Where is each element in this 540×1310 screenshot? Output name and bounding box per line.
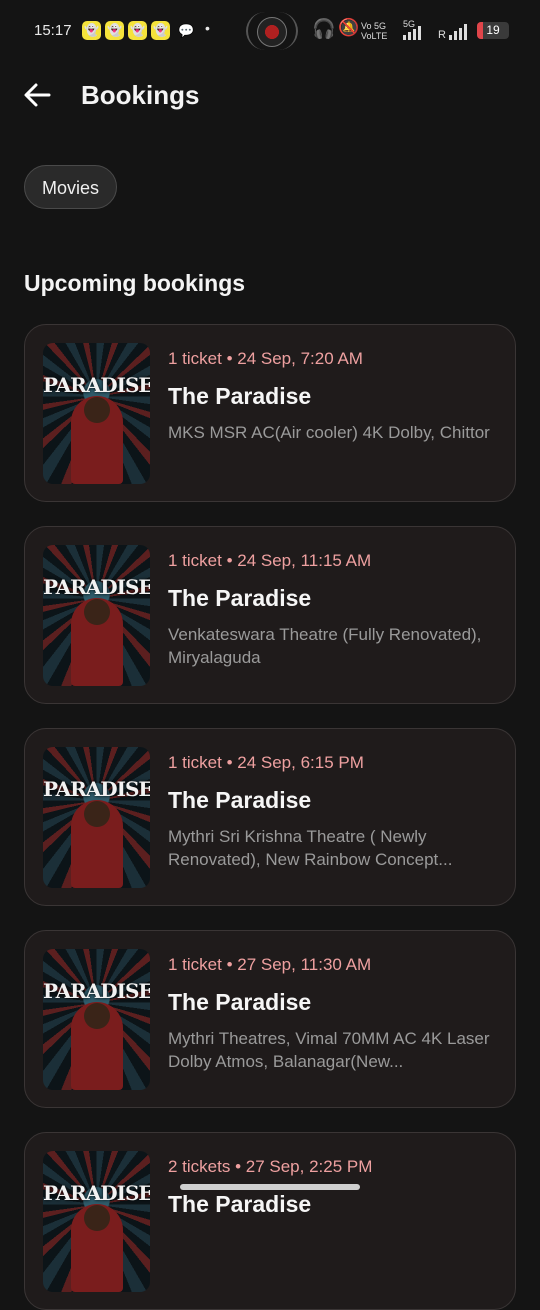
movie-poster: PARADISE [43,949,150,1090]
roaming-label: R [438,29,446,41]
poster-title: PARADISE [43,373,150,397]
movie-title: The Paradise [168,989,312,1015]
venue-name: Mythri Theatres, Vimal 70MM AC 4K Laser … [168,1029,490,1071]
booking-card[interactable]: PARADISE 2 tickets • 27 Sep, 2:25 PM The… [24,1132,516,1310]
booking-card[interactable]: PARADISE 1 ticket • 24 Sep, 6:15 PM The … [24,728,516,906]
venue-name: MKS MSR AC(Air cooler) 4K Dolby, Chittor [168,423,490,442]
page-title: Bookings [81,80,200,110]
movie-poster: PARADISE [43,343,150,484]
status-bar: 15:17 👻 👻 👻 👻 💬 • 🎧 🔕 Vo 5G VoLTE 5G R 1… [0,0,540,62]
poster-face [84,1003,110,1029]
avatar [257,17,287,47]
home-indicator[interactable] [180,1184,360,1190]
movie-title: The Paradise [168,383,312,409]
booking-meta: 1 ticket • 24 Sep, 11:15 AM [168,551,372,570]
booking-meta: 1 ticket • 24 Sep, 7:20 AM [168,349,363,368]
movie-poster: PARADISE [43,545,150,686]
booking-card[interactable]: PARADISE 1 ticket • 24 Sep, 7:20 AM The … [24,324,516,502]
app-header: Bookings [0,70,540,126]
poster-title: PARADISE [43,1181,150,1205]
battery-level: 19 [486,23,500,37]
battery-icon: 19 [477,22,509,39]
more-notifications-dot: • [205,20,210,36]
poster-title: PARADISE [43,575,150,599]
booking-meta: 1 ticket • 27 Sep, 11:30 AM [168,955,372,974]
poster-face [84,397,110,423]
poster-face [84,801,110,827]
snapchat-icon: 👻 [105,21,124,40]
volte-indicator: Vo 5G VoLTE [361,21,388,41]
signal-icon [403,26,421,40]
signal-icon [449,24,467,40]
snapchat-icon: 👻 [128,21,147,40]
venue-name: Mythri Sri Krishna Theatre ( Newly Renov… [168,827,453,869]
poster-title: PARADISE [43,979,150,1003]
status-time: 15:17 [34,22,72,39]
poster-face [84,599,110,625]
mute-icon: 🔕 [338,18,360,37]
headphones-icon: 🎧 [312,19,336,40]
snapchat-icon: 👻 [151,21,170,40]
movie-title: The Paradise [168,1191,312,1217]
booking-meta: 2 tickets • 27 Sep, 2:25 PM [168,1157,373,1176]
snapchat-icon: 👻 [82,21,101,40]
filter-chip-movies[interactable]: Movies [24,165,118,209]
movie-poster: PARADISE [43,1151,150,1292]
booking-card[interactable]: PARADISE 1 ticket • 27 Sep, 11:30 AM The… [24,930,516,1108]
message-icon: 💬 [178,23,195,38]
movie-title: The Paradise [168,585,312,611]
active-call-pill[interactable] [246,12,298,50]
venue-name: Venkateswara Theatre (Fully Renovated), … [168,625,482,667]
poster-face [84,1205,110,1231]
booking-card[interactable]: PARADISE 1 ticket • 24 Sep, 11:15 AM The… [24,526,516,704]
movie-poster: PARADISE [43,747,150,888]
section-title: Upcoming bookings [24,270,246,296]
poster-title: PARADISE [43,777,150,801]
booking-meta: 1 ticket • 24 Sep, 6:15 PM [168,753,364,772]
back-arrow-icon[interactable] [22,80,52,110]
movie-title: The Paradise [168,787,312,813]
